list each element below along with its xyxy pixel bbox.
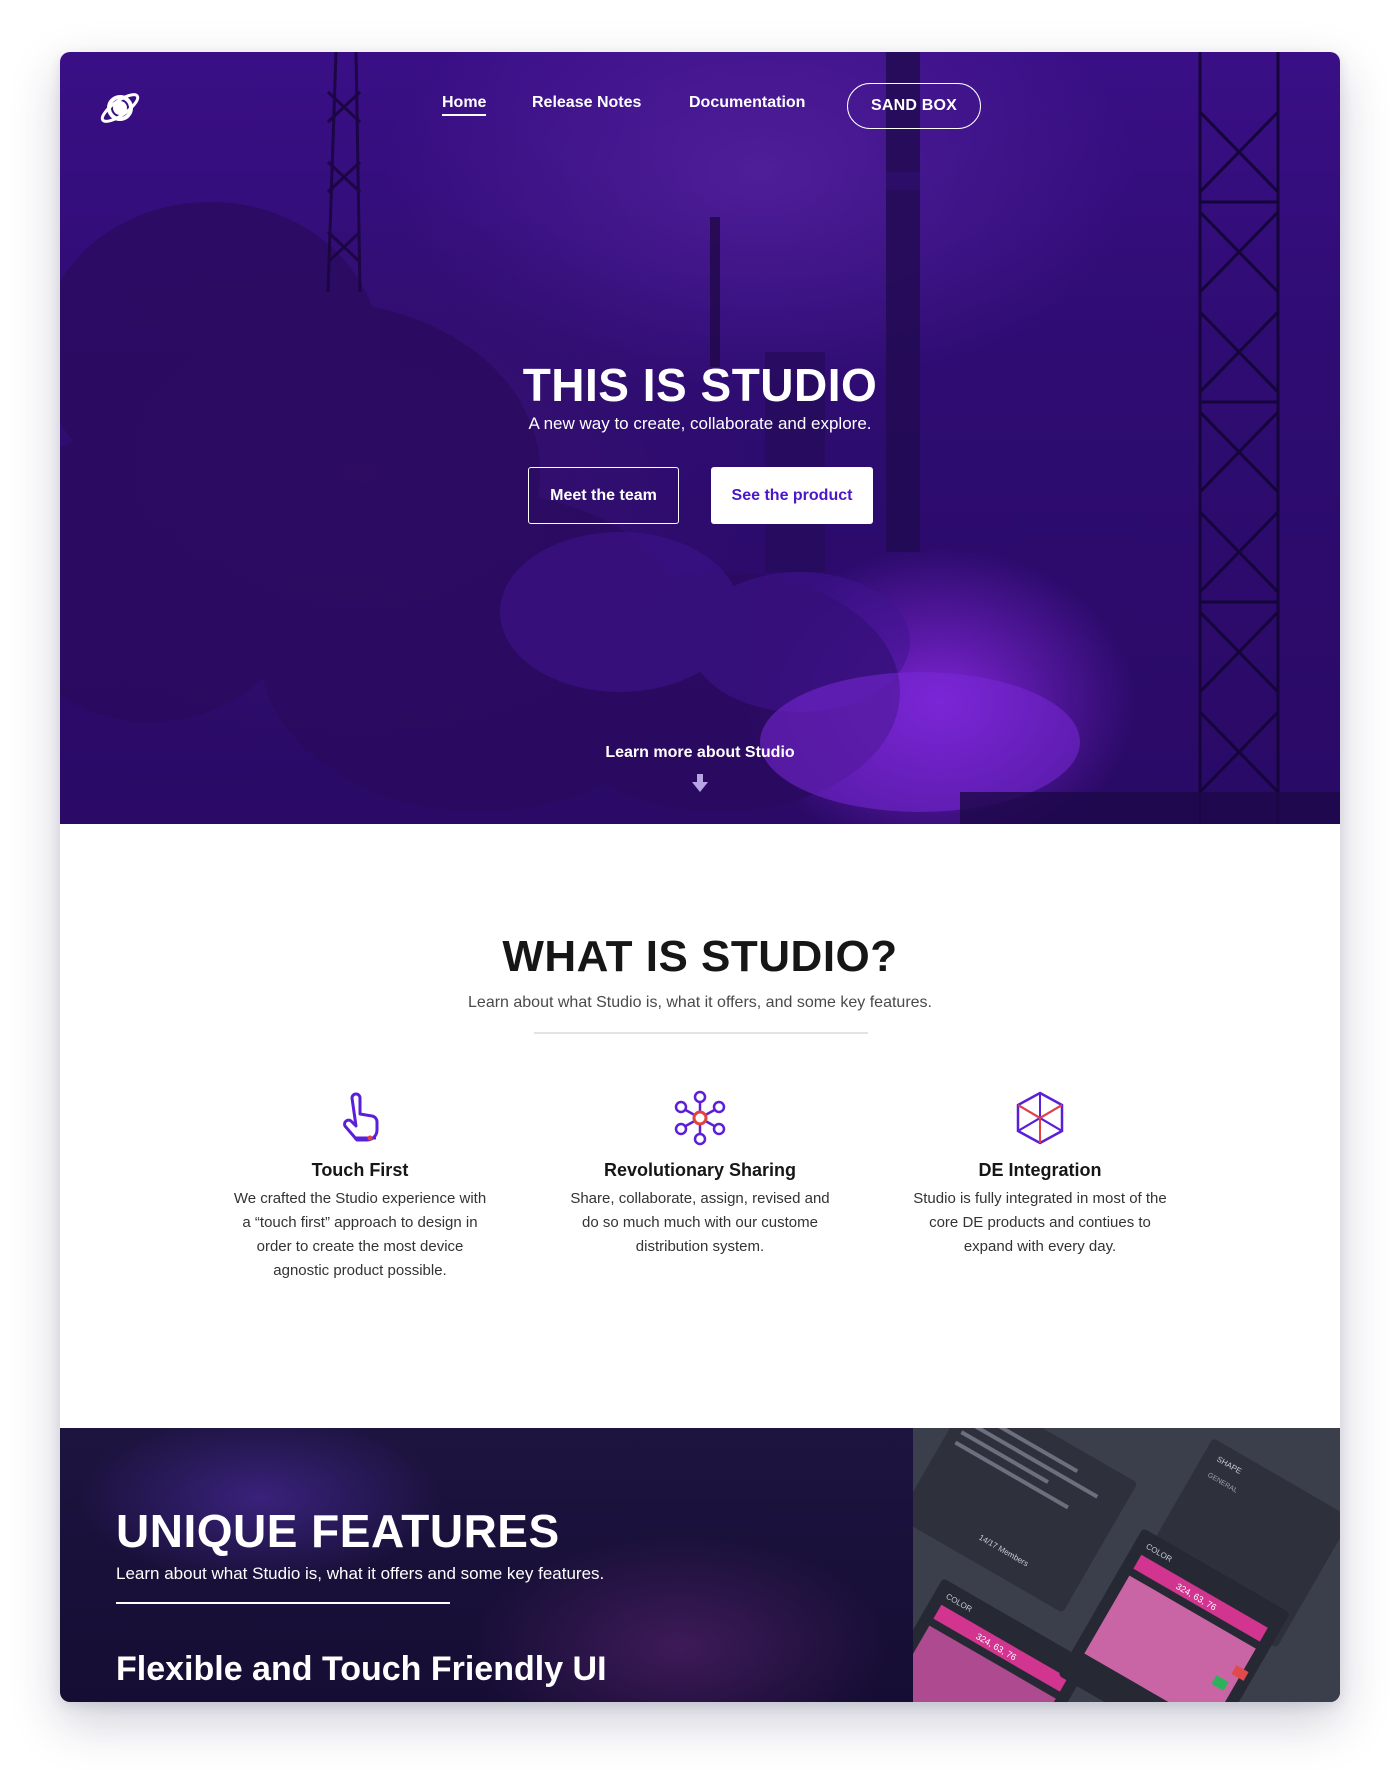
meet-the-team-button[interactable]: Meet the team: [528, 467, 679, 524]
app-mockup-image: 14/17 Members SHAPE GENERAL COLOR 324, 6…: [913, 1428, 1340, 1702]
feature-revolutionary-sharing: Revolutionary Sharing Share, collaborate…: [570, 1090, 830, 1259]
feature-description: We crafted the Studio experience with a …: [233, 1190, 487, 1279]
network-share-icon: [674, 1090, 726, 1146]
hero-background-image: [60, 52, 1340, 824]
section-title: WHAT IS STUDIO?: [502, 932, 898, 981]
feature-title: Touch First: [311, 1160, 409, 1180]
unique-features-title: UNIQUE FEATURES: [116, 1505, 560, 1557]
feature-touch-first: Touch First We crafted the Studio experi…: [230, 1090, 490, 1283]
feature-title: DE Integration: [978, 1160, 1102, 1180]
section-divider: [534, 1032, 868, 1034]
main-nav: Home Release Notes Documentation SAND BO…: [60, 52, 1340, 158]
feature-de-integration: DE Integration Studio is fully integrate…: [910, 1090, 1170, 1259]
hero-title: THIS IS STUDIO: [522, 359, 878, 411]
unique-features-section: UNIQUE FEATURES Learn about what Studio …: [60, 1428, 1340, 1702]
feature-description: Studio is fully integrated in most of th…: [913, 1190, 1167, 1255]
what-is-studio-section: WHAT IS STUDIO? Learn about what Studio …: [60, 824, 1340, 1428]
nav-link-home[interactable]: Home: [442, 94, 487, 116]
feature-description: Share, collaborate, assign, revised and …: [570, 1190, 830, 1255]
unique-features-subtitle: Learn about what Studio is, what it offe…: [116, 1564, 605, 1583]
feature-heading: Flexible and Touch Friendly UI: [116, 1650, 607, 1688]
nav-link-documentation[interactable]: Documentation: [689, 94, 805, 112]
see-the-product-button[interactable]: See the product: [711, 467, 873, 524]
cube-icon: [1016, 1091, 1064, 1145]
section-subtitle: Learn about what Studio is, what it offe…: [468, 994, 932, 1011]
arrow-down-icon[interactable]: [692, 774, 708, 792]
learn-more-link[interactable]: Learn more about Studio: [60, 744, 1340, 762]
touch-hand-icon: [343, 1092, 379, 1142]
hero-subtitle: A new way to create, collaborate and exp…: [528, 414, 872, 433]
hero-section: Home Release Notes Documentation SAND BO…: [60, 52, 1340, 824]
nav-link-release-notes[interactable]: Release Notes: [532, 94, 641, 112]
page-frame: Home Release Notes Documentation SAND BO…: [60, 52, 1340, 1702]
app-mockup-screens: 14/17 Members SHAPE GENERAL COLOR 324, 6…: [913, 1428, 1340, 1702]
sandbox-button[interactable]: SAND BOX: [847, 83, 981, 129]
unique-features-divider: [116, 1602, 450, 1604]
feature-title: Revolutionary Sharing: [603, 1160, 797, 1180]
